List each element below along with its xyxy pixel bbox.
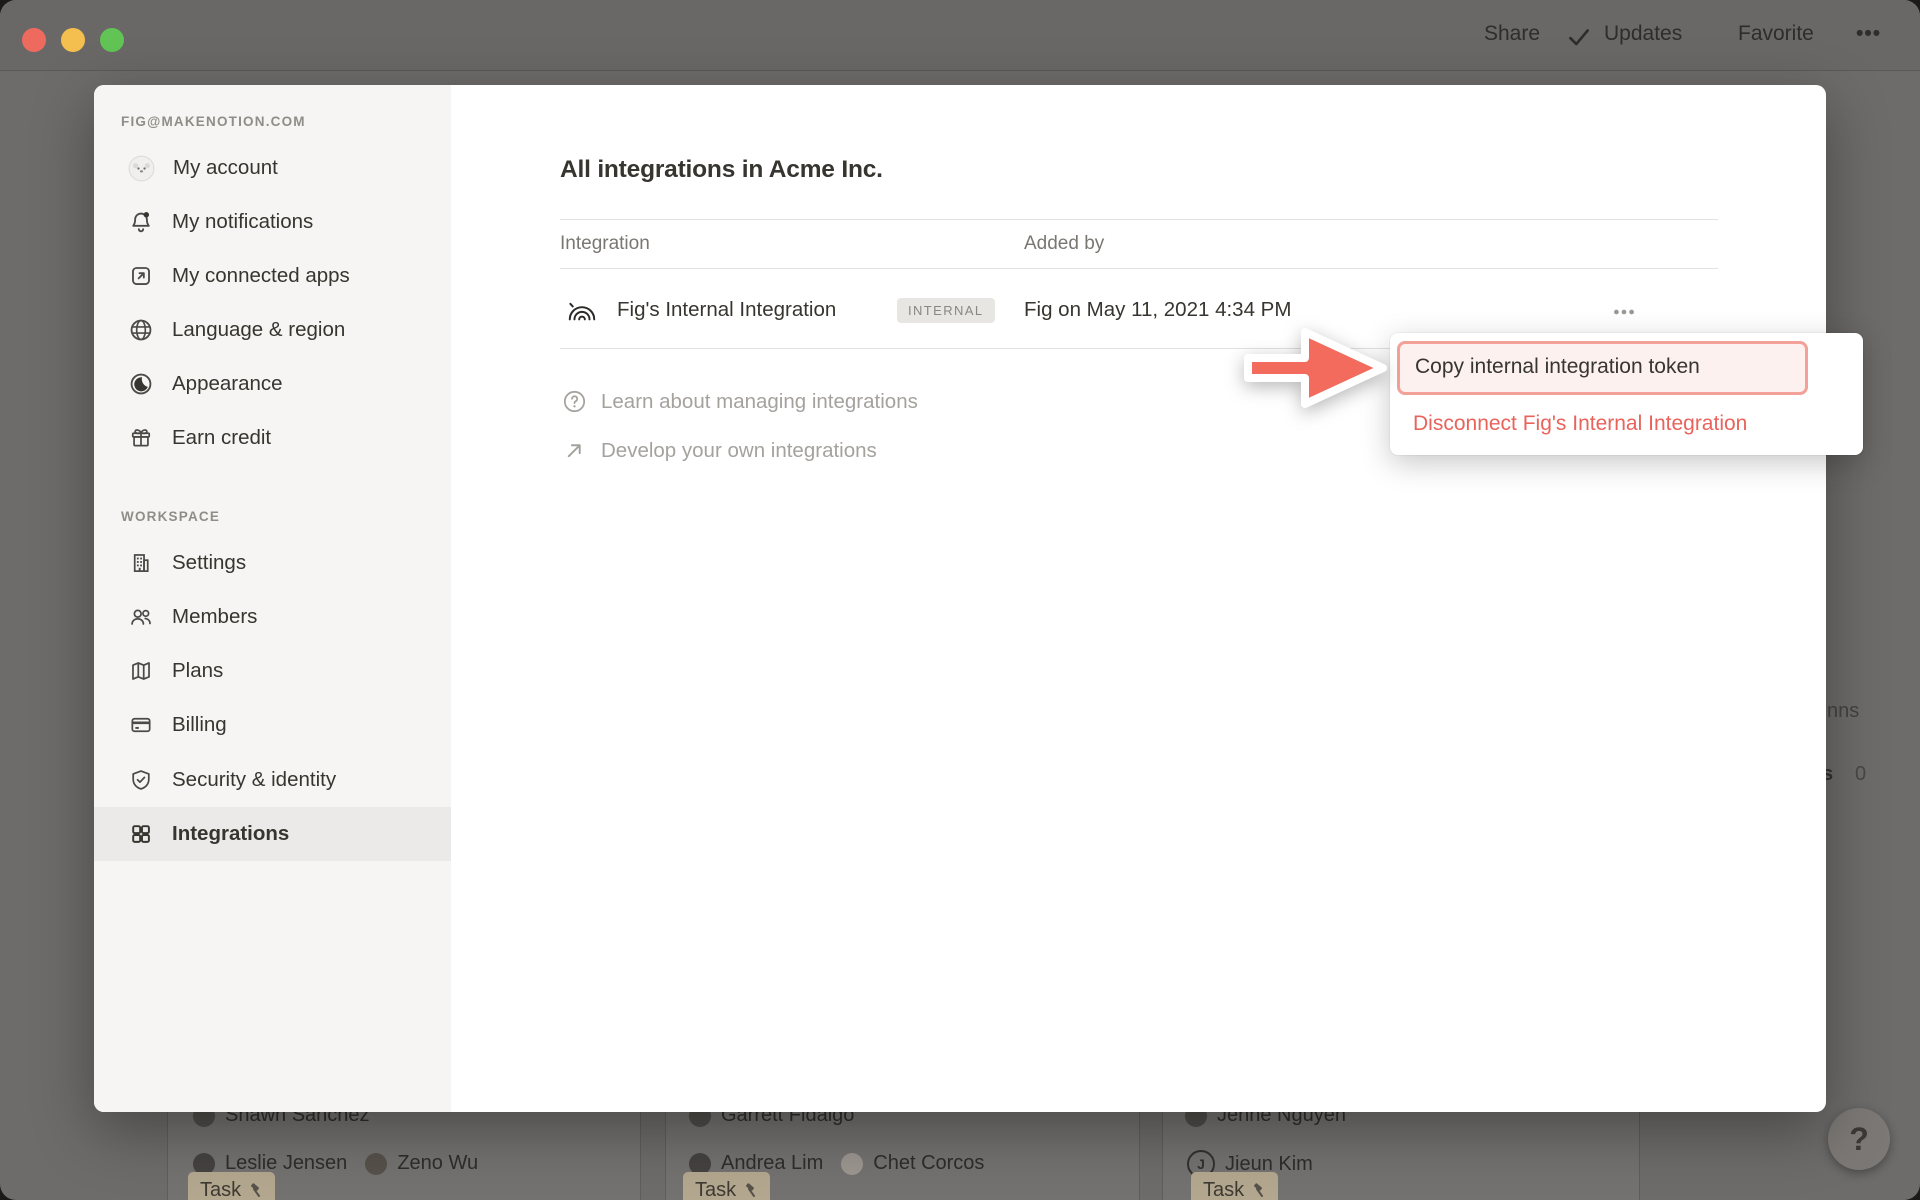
background-fragment: nns [1827, 700, 1859, 723]
sidebar-item-label: Appearance [172, 372, 283, 396]
sidebar-item-earn-credit[interactable]: Earn credit [94, 411, 451, 465]
check-icon [1566, 24, 1592, 50]
account-email-label: FIG@MAKENOTION.COM [121, 114, 421, 129]
favorite-button[interactable]: Favorite [1738, 22, 1814, 46]
help-circle-icon [562, 389, 587, 414]
develop-integrations-link[interactable]: Develop your own integrations [562, 438, 877, 463]
sidebar-item-label: Settings [172, 551, 246, 575]
background-fragment: 0 [1855, 763, 1866, 786]
share-button[interactable]: Share [1484, 22, 1540, 46]
added-by-value: Fig on May 11, 2021 4:34 PM [1024, 298, 1291, 322]
sidebar-item-appearance[interactable]: Appearance [94, 357, 451, 411]
hammer-icon [1251, 1183, 1266, 1198]
avatar [365, 1153, 387, 1175]
table-divider [560, 268, 1718, 269]
avatar-icon [128, 155, 155, 182]
updates-button[interactable]: Updates [1604, 22, 1682, 46]
task-tag: Task [1191, 1172, 1278, 1200]
sidebar-item-label: Members [172, 605, 257, 629]
sidebar-item-label: Security & identity [172, 768, 336, 792]
menu-item-copy-token[interactable]: Copy internal integration token [1415, 355, 1700, 379]
grid-icon [128, 821, 154, 847]
internal-badge: INTERNAL [897, 298, 995, 323]
globe-icon [128, 317, 154, 343]
hammer-icon [248, 1183, 263, 1198]
link-label: Develop your own integrations [601, 439, 877, 463]
sidebar-item-label: My account [173, 156, 278, 180]
sidebar-item-security-identity[interactable]: Security & identity [94, 753, 451, 807]
gift-icon [128, 425, 154, 451]
sidebar-item-language-region[interactable]: Language & region [94, 303, 451, 357]
minimize-traffic-light[interactable] [61, 28, 85, 52]
fig-logo-icon [566, 296, 598, 324]
task-tag: Task [188, 1172, 275, 1200]
hammer-icon [743, 1183, 758, 1198]
arrow-square-icon [128, 263, 154, 289]
sidebar-item-integrations[interactable]: Integrations [94, 807, 451, 861]
map-icon [128, 658, 154, 684]
integration-name: Fig's Internal Integration [617, 298, 836, 322]
credit-card-icon [128, 712, 154, 738]
sidebar-item-label: Plans [172, 659, 223, 683]
column-header-integration: Integration [560, 233, 650, 255]
window-more-button[interactable]: ••• [1856, 22, 1881, 46]
table-divider [560, 219, 1718, 220]
page-title: All integrations in Acme Inc. [560, 156, 883, 184]
ellipsis-icon [1609, 299, 1639, 325]
sidebar-item-settings[interactable]: Settings [94, 536, 451, 590]
moon-icon [128, 371, 154, 397]
screen: Share Updates Favorite ••• nns s 0 Shawn… [0, 0, 1920, 1200]
column-header-added-by: Added by [1024, 233, 1104, 255]
table-row [566, 296, 598, 329]
building-icon [128, 550, 154, 576]
help-button[interactable]: ? [1828, 1108, 1890, 1170]
zoom-traffic-light[interactable] [100, 28, 124, 52]
sidebar-item-my-connected-apps[interactable]: My connected apps [94, 249, 451, 303]
bell-icon [128, 209, 154, 235]
task-tag: Task [683, 1172, 770, 1200]
sidebar-item-my-notifications[interactable]: My notifications [94, 195, 451, 249]
sidebar-item-label: Language & region [172, 318, 345, 342]
avatar [841, 1153, 863, 1175]
sidebar-item-label: My notifications [172, 210, 313, 234]
sidebar-item-label: Billing [172, 713, 227, 737]
workspace-section-label: WORKSPACE [121, 509, 421, 524]
sidebar-item-members[interactable]: Members [94, 590, 451, 644]
sidebar-item-my-account[interactable]: My account [94, 141, 451, 195]
sidebar-item-billing[interactable]: Billing [94, 698, 451, 752]
sidebar-item-label: Integrations [172, 822, 289, 846]
learn-integrations-link[interactable]: Learn about managing integrations [562, 389, 918, 414]
arrow-up-right-icon [562, 438, 587, 463]
people-icon [128, 604, 154, 630]
sidebar-item-plans[interactable]: Plans [94, 644, 451, 698]
link-label: Learn about managing integrations [601, 390, 918, 414]
menu-item-disconnect[interactable]: Disconnect Fig's Internal Integration [1413, 412, 1747, 436]
row-more-button[interactable] [1604, 299, 1644, 325]
sidebar-item-label: Earn credit [172, 426, 271, 450]
shield-icon [128, 767, 154, 793]
sidebar-item-label: My connected apps [172, 264, 350, 288]
close-traffic-light[interactable] [22, 28, 46, 52]
